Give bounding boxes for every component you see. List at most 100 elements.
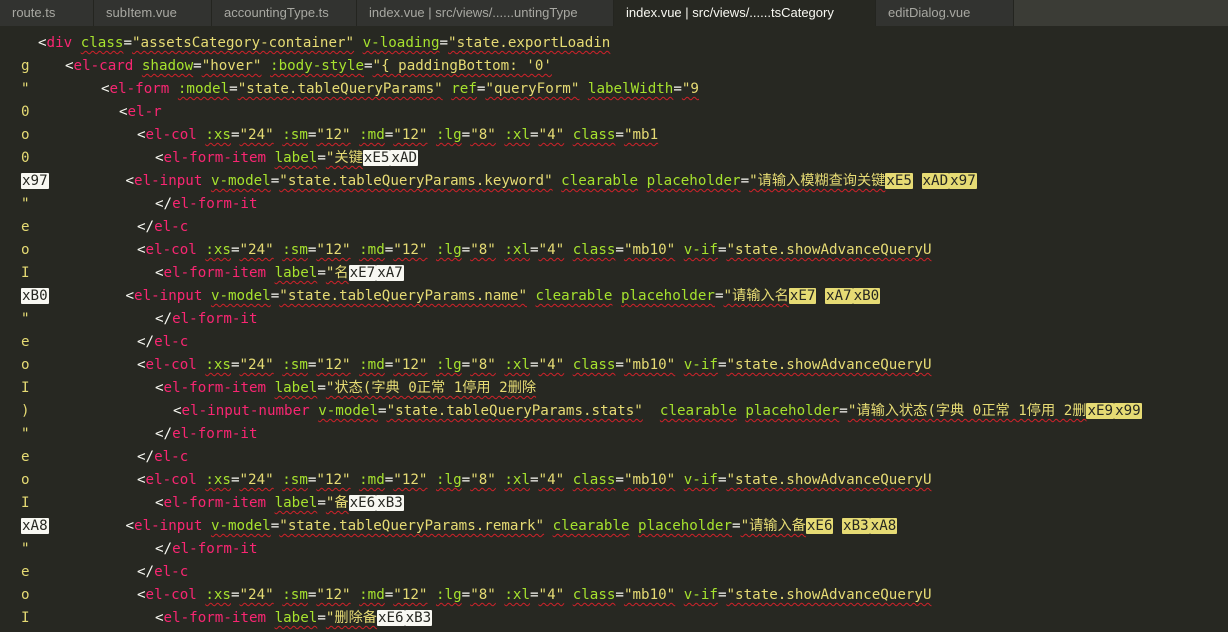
tab-4[interactable]: index.vue | src/views/......tsCategory: [614, 0, 876, 26]
code-text: <el-col :xs="24" :sm="12" :md="12" :lg="…: [137, 354, 931, 377]
token: v-if: [683, 242, 718, 258]
token: =: [384, 127, 394, 143]
token: </: [155, 311, 173, 327]
escaped-byte: xE7: [788, 288, 817, 304]
token: =: [230, 587, 240, 603]
code-editor[interactable]: <div class="assetsCategory-container" v-…: [0, 32, 1228, 632]
code-text: <el-form-item label="名xE7 xA7: [155, 262, 404, 285]
token: ref: [451, 81, 477, 97]
token: "请输入状态(字典 0正常 1停用 2删: [847, 403, 1087, 419]
token: "state.showAdvanceQueryU: [726, 242, 932, 258]
tab-2[interactable]: accountingType.ts: [212, 0, 357, 26]
token: "mb1: [623, 127, 659, 143]
token: <: [137, 242, 146, 258]
code-line: <div class="assetsCategory-container" v-…: [0, 32, 1228, 55]
token: :sm: [282, 242, 308, 258]
code-text: x97 <el-input v-model="state.tableQueryP…: [21, 170, 977, 193]
token: label: [274, 150, 318, 166]
escaped-byte: xE6: [805, 518, 834, 534]
token: "hover": [201, 58, 262, 74]
token: el-c: [154, 219, 189, 235]
token: :sm: [282, 472, 308, 488]
tab-bar: route.ts subItem.vue accountingType.ts inde…: [0, 0, 1228, 26]
token: :body-style: [270, 58, 364, 74]
token: "请输入备: [740, 518, 806, 534]
code-line: I <el-form-item label="备xE6 xB3: [0, 492, 1228, 515]
wrap-marker: 0: [21, 150, 30, 166]
token: :xs: [205, 587, 231, 603]
code-text: </el-c: [137, 446, 188, 469]
token: el-col: [145, 587, 197, 603]
token: "state.tableQueryParams.remark": [279, 518, 545, 534]
token: :model: [177, 81, 230, 97]
tab-1[interactable]: subItem.vue: [94, 0, 212, 26]
tab-label: index.vue | src/views/......untingType: [369, 5, 578, 20]
escaped-byte: xB3: [376, 495, 404, 511]
token: =: [529, 587, 539, 603]
escaped-byte: xB3: [842, 518, 870, 534]
token: </: [155, 541, 173, 557]
code-text: <el-r: [119, 101, 162, 124]
token: :md: [359, 242, 385, 258]
wrap-marker: ": [21, 196, 30, 212]
token: "state.tableQueryParams.stats": [386, 403, 643, 419]
token: <: [155, 495, 164, 511]
code-line: e </el-c: [0, 216, 1228, 239]
token: class: [572, 357, 616, 373]
token: :lg: [436, 127, 462, 143]
wrap-marker: e: [21, 219, 30, 235]
code-text: <el-input-number v-model="state.tableQue…: [173, 400, 1142, 423]
token: =: [529, 472, 539, 488]
token: "12": [393, 587, 428, 603]
token: =: [615, 472, 624, 488]
token: v-model: [210, 518, 271, 534]
code-line: I <el-form-item label="删除备xE6 xB3: [0, 607, 1228, 630]
token: =: [317, 150, 326, 166]
code-text: </el-form-it: [155, 538, 258, 561]
token: :md: [359, 587, 385, 603]
tab-0[interactable]: route.ts: [0, 0, 94, 26]
code-line: e </el-c: [0, 561, 1228, 584]
token: "12": [316, 587, 351, 603]
wrap-marker: o: [21, 127, 30, 143]
token: <: [155, 610, 164, 626]
token: =: [230, 127, 240, 143]
code-line: o <el-col :xs="24" :sm="12" :md="12" :lg=…: [0, 239, 1228, 262]
token: <: [155, 150, 164, 166]
token: =: [461, 242, 471, 258]
token: "mb10": [623, 357, 676, 373]
token: v-loading: [362, 35, 440, 51]
wrap-marker: ": [21, 426, 30, 442]
code-line: g <el-card shadow="hover" :body-style="{ …: [0, 55, 1228, 78]
escaped-byte: xE6: [348, 495, 377, 511]
token: "8": [470, 127, 496, 143]
token: placeholder: [638, 518, 733, 534]
tab-label: index.vue | src/views/......tsCategory: [626, 5, 834, 20]
code-line: xA8 <el-input v-model="state.tableQueryP…: [0, 515, 1228, 538]
token: v-if: [683, 472, 718, 488]
token: "名: [325, 265, 349, 281]
token: :md: [359, 357, 385, 373]
tab-3[interactable]: index.vue | src/views/......untingType: [357, 0, 614, 26]
token: =: [615, 127, 624, 143]
token: class: [572, 472, 616, 488]
token: <: [38, 35, 47, 51]
token: el-c: [154, 334, 189, 350]
token: el-c: [154, 449, 189, 465]
code-text: <el-form-item label="状态(字典 0正常 1停用 2删除: [155, 377, 536, 400]
tab-5[interactable]: editDialog.vue: [876, 0, 1014, 26]
token: :xs: [205, 242, 231, 258]
